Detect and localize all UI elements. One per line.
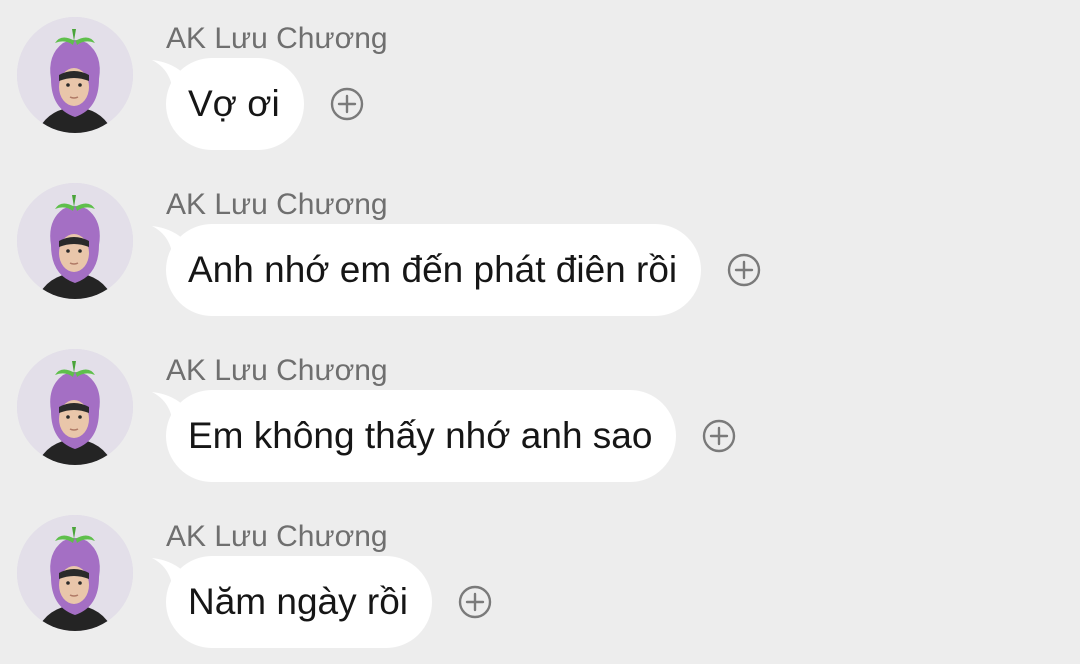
add-reaction-icon[interactable]	[727, 253, 761, 287]
message-bubble[interactable]: Vợ ơi	[166, 58, 304, 150]
avatar[interactable]	[17, 17, 133, 133]
sender-name: AK Lưu Chương	[166, 22, 388, 55]
add-reaction-icon[interactable]	[330, 87, 364, 121]
message-row: AK Lưu Chương Năm ngày rồi	[0, 498, 1080, 664]
message-bubble-wrap: Năm ngày rồi	[152, 556, 492, 648]
message-bubble-wrap: Anh nhớ em đến phát điên rồi	[152, 224, 761, 316]
message-row: AK Lưu Chương Em không thấy nhớ anh sao	[0, 332, 1080, 498]
message-row: AK Lưu Chương Anh nhớ em đến phát điên r…	[0, 166, 1080, 332]
avatar[interactable]	[17, 515, 133, 631]
add-reaction-icon[interactable]	[458, 585, 492, 619]
eggplant-hat-avatar-icon	[17, 349, 133, 465]
chat-thread: AK Lưu Chương Vợ ơi AK Lưu Chương Anh nh…	[0, 0, 1080, 654]
message-bubble[interactable]: Năm ngày rồi	[166, 556, 433, 648]
sender-name: AK Lưu Chương	[166, 188, 388, 221]
message-text: Năm ngày rồi	[188, 581, 409, 622]
message-text: Anh nhớ em đến phát điên rồi	[188, 249, 678, 290]
sender-name: AK Lưu Chương	[166, 520, 388, 553]
message-bubble-wrap: Em không thấy nhớ anh sao	[152, 390, 736, 482]
sender-name: AK Lưu Chương	[166, 354, 388, 387]
message-bubble-wrap: Vợ ơi	[152, 58, 364, 150]
message-bubble[interactable]: Anh nhớ em đến phát điên rồi	[166, 224, 702, 316]
message-text: Vợ ơi	[188, 83, 280, 124]
add-reaction-icon[interactable]	[702, 419, 736, 453]
avatar[interactable]	[17, 183, 133, 299]
eggplant-hat-avatar-icon	[17, 183, 133, 299]
eggplant-hat-avatar-icon	[17, 17, 133, 133]
avatar[interactable]	[17, 349, 133, 465]
message-text: Em không thấy nhớ anh sao	[188, 415, 653, 456]
message-bubble[interactable]: Em không thấy nhớ anh sao	[166, 390, 677, 482]
eggplant-hat-avatar-icon	[17, 515, 133, 631]
message-row: AK Lưu Chương Vợ ơi	[0, 0, 1080, 166]
